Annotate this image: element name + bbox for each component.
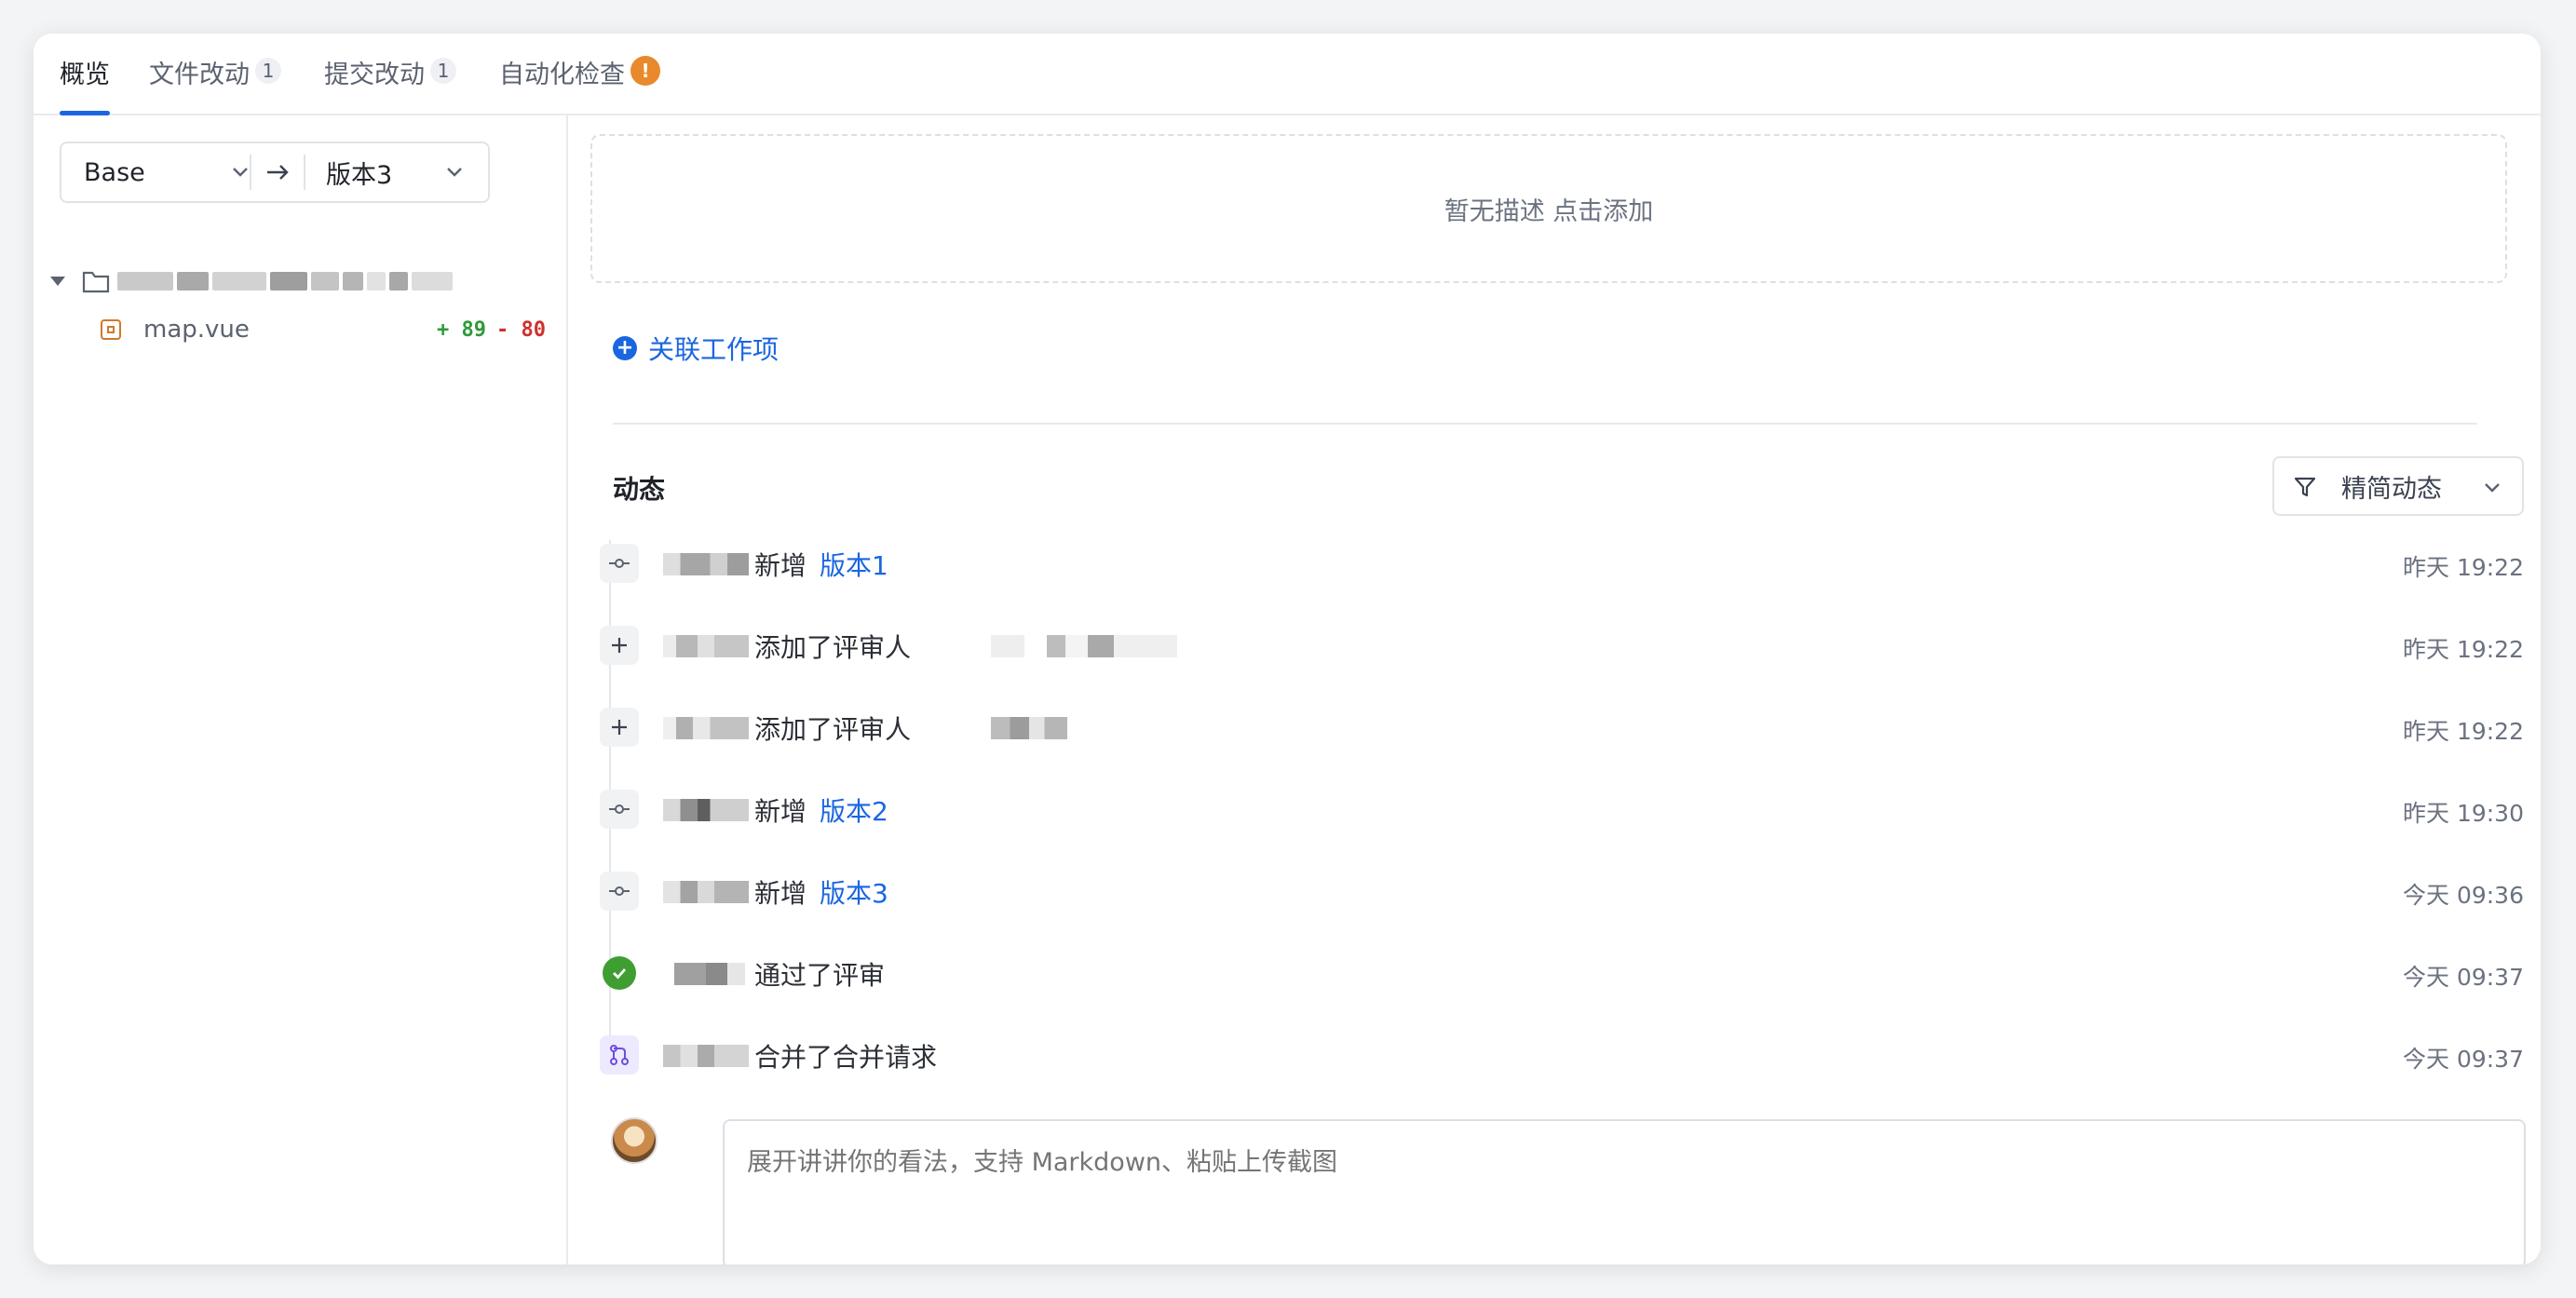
plus-circle-icon: +	[613, 336, 637, 360]
additions-count: + 89	[437, 318, 486, 342]
vue-file-icon	[101, 319, 121, 340]
activity-title: 动态	[613, 474, 666, 505]
event-description: 合并了合并请求	[754, 1037, 937, 1075]
event-action: 新增	[754, 878, 807, 909]
tab-commit-changes[interactable]: 提交改动 1	[324, 54, 456, 114]
count-badge: 1	[255, 58, 281, 84]
divider	[304, 155, 305, 190]
activity-event: 新增 版本2 昨天 19:30	[600, 786, 2524, 832]
activity-event: 添加了评审人 昨天 19:22	[600, 622, 2524, 669]
overview-pane: 暂无描述 点击添加 + 关联工作项 动态 精简动态 新增 版本1 昨天 19:22	[568, 115, 2541, 1264]
user-name-redacted	[663, 1045, 749, 1067]
target-version-select[interactable]: 版本3	[326, 143, 466, 201]
filter-icon	[2294, 477, 2316, 497]
tree-folder[interactable]	[50, 263, 453, 300]
arrow-right-icon	[267, 165, 289, 180]
activity-event: 新增 版本3 今天 09:36	[600, 868, 2524, 914]
event-time: 昨天 19:30	[2403, 800, 2524, 827]
reviewer-name-redacted	[991, 635, 1177, 657]
event-time: 今天 09:37	[2403, 1046, 2524, 1073]
version-link[interactable]: 版本1	[820, 550, 888, 581]
user-name-redacted	[663, 635, 749, 657]
description-placeholder[interactable]: 暂无描述 点击添加	[590, 134, 2507, 283]
activity-event: 新增 版本1 昨天 19:22	[600, 540, 2524, 587]
event-time: 昨天 19:22	[2403, 636, 2524, 663]
event-description: 新增 版本3	[754, 873, 888, 911]
event-description: 通过了评审	[754, 955, 885, 993]
commit-icon	[600, 872, 639, 911]
tab-label: 提交改动	[324, 61, 425, 89]
plus-icon	[600, 708, 639, 747]
user-name-redacted	[663, 717, 749, 739]
event-description: 添加了评审人	[754, 628, 911, 665]
tab-label: 文件改动	[149, 61, 250, 89]
caret-down-icon	[50, 277, 65, 286]
target-version-label: 版本3	[326, 160, 393, 190]
event-time: 今天 09:36	[2403, 882, 2524, 909]
plus-icon	[600, 626, 639, 665]
tab-label: 概览	[60, 61, 110, 89]
tab-label: 自动化检查	[499, 61, 625, 89]
file-row[interactable]: map.vue + 89 - 80	[101, 311, 546, 348]
event-action: 添加了评审人	[754, 714, 912, 745]
user-name-redacted	[663, 799, 749, 821]
user-name-redacted	[663, 553, 749, 575]
count-badge: 1	[430, 58, 456, 84]
version-link[interactable]: 版本3	[820, 878, 888, 909]
merge-icon	[600, 1035, 639, 1075]
check-circle-icon	[603, 956, 636, 990]
comment-input[interactable]	[723, 1119, 2526, 1264]
tab-automated-checks[interactable]: 自动化检查 !	[499, 54, 660, 114]
filter-label: 精简动态	[2341, 474, 2442, 504]
chevron-down-icon	[447, 168, 462, 177]
chevron-down-icon	[2485, 483, 2500, 493]
divider	[613, 423, 2477, 425]
event-action: 合并了合并请求	[754, 1042, 938, 1073]
activity-event: 添加了评审人 昨天 19:22	[600, 704, 2524, 750]
tab-bar: 概览 文件改动 1 提交改动 1 自动化检查 !	[34, 34, 2541, 115]
file-name: map.vue	[143, 316, 250, 344]
link-work-item-label: 关联工作项	[648, 334, 780, 365]
user-name-redacted	[663, 881, 749, 903]
activity-event: 合并了合并请求 今天 09:37	[600, 1032, 2524, 1078]
event-description: 新增 版本1	[754, 546, 888, 583]
version-link[interactable]: 版本2	[820, 796, 888, 827]
file-tree-pane: Base 版本3 map.vue + 89 - 80	[34, 115, 568, 1264]
avatar	[611, 1117, 658, 1164]
warning-icon: !	[630, 56, 660, 86]
base-version-select[interactable]: Base	[84, 143, 251, 201]
chevron-down-icon	[233, 168, 248, 177]
merge-request-panel: 概览 文件改动 1 提交改动 1 自动化检查 ! Base 版本3 map.vu…	[34, 34, 2541, 1264]
base-version-label: Base	[84, 157, 145, 187]
user-name-redacted	[674, 963, 745, 985]
activity-filter-select[interactable]: 精简动态	[2272, 456, 2524, 516]
folder-icon	[82, 271, 110, 293]
divider	[250, 155, 251, 190]
event-time: 今天 09:37	[2403, 964, 2524, 991]
link-work-item-button[interactable]: + 关联工作项	[613, 330, 779, 367]
event-description: 新增 版本2	[754, 791, 888, 829]
commit-icon	[600, 790, 639, 829]
event-action: 添加了评审人	[754, 632, 912, 663]
commit-icon	[600, 544, 639, 583]
reviewer-name-redacted	[991, 717, 1067, 739]
version-range-selector: Base 版本3	[60, 142, 490, 203]
tab-file-changes[interactable]: 文件改动 1	[149, 54, 281, 114]
event-description: 添加了评审人	[754, 710, 911, 747]
event-action: 新增	[754, 550, 807, 581]
deletions-count: - 80	[496, 318, 546, 342]
event-action: 通过了评审	[754, 960, 886, 991]
folder-path-redacted	[117, 272, 453, 291]
event-time: 昨天 19:22	[2403, 554, 2524, 581]
activity-event: 通过了评审 今天 09:37	[600, 950, 2524, 996]
event-action: 新增	[754, 796, 807, 827]
tab-overview[interactable]: 概览	[60, 54, 110, 115]
event-time: 昨天 19:22	[2403, 718, 2524, 745]
